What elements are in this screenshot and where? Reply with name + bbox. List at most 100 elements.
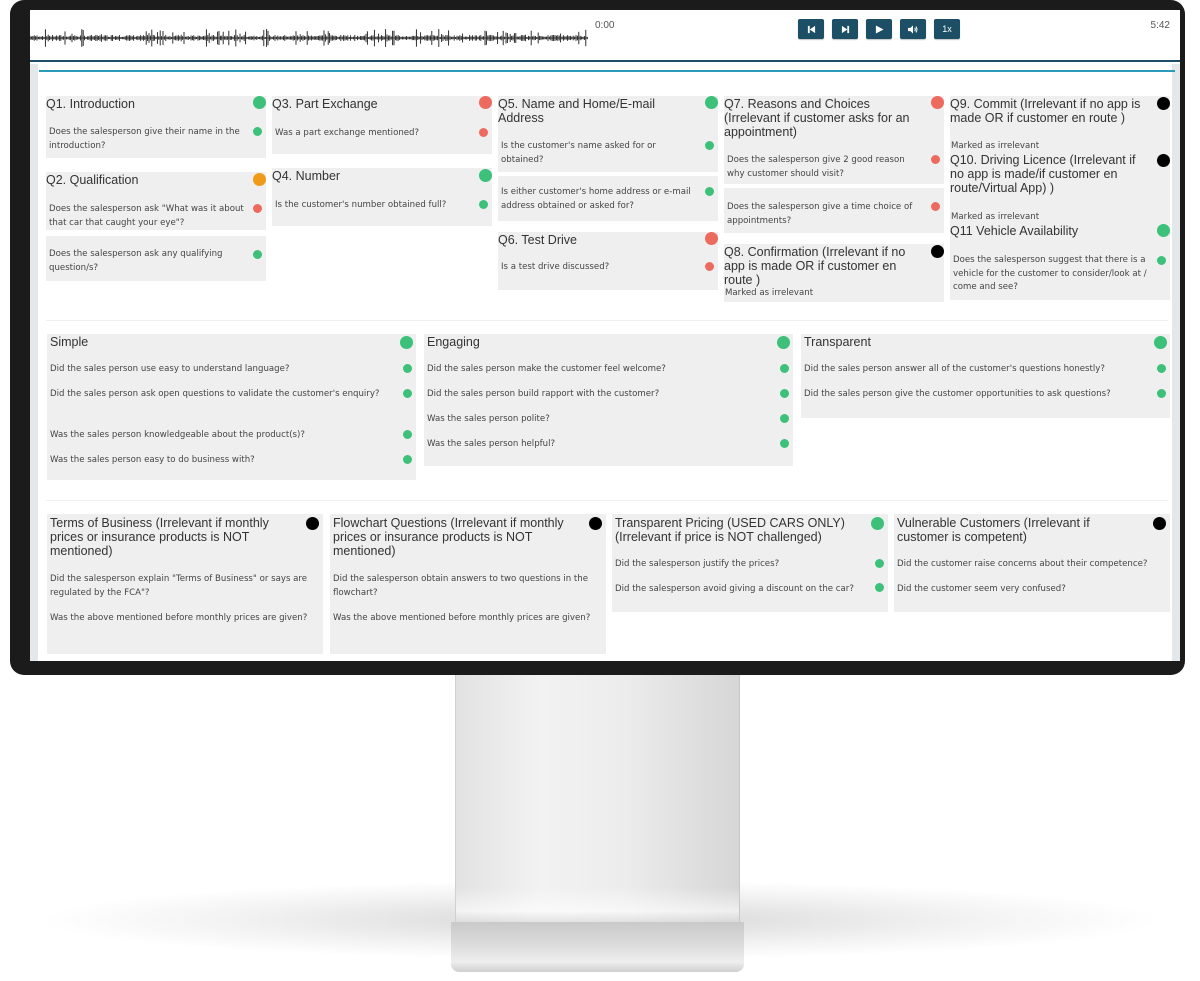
question-text: Did the salesperson justify the prices? — [615, 559, 780, 569]
playback-speed-button[interactable]: 1x — [934, 19, 960, 39]
status-dot-icon — [589, 517, 602, 530]
status-dot-icon — [1157, 224, 1170, 237]
question-text: Does the salesperson give their name in … — [49, 127, 240, 151]
question-text: Is the customer's name asked for or obta… — [501, 141, 656, 165]
section-title: Simple — [50, 335, 89, 349]
question-text: Was a part exchange mentioned? — [275, 128, 420, 138]
status-dot-icon — [780, 364, 789, 373]
section-title: Transparent — [804, 335, 871, 349]
status-dot-icon — [875, 583, 884, 592]
question-row: Is either customer's home address or e-m… — [498, 176, 718, 221]
status-dot-icon — [705, 96, 718, 109]
section-q4: Q4. Number Is the customer's number obta… — [272, 168, 492, 226]
status-dot-icon — [403, 364, 412, 373]
question-row: Does the salesperson ask any qualifying … — [46, 236, 266, 281]
skip-forward-button[interactable] — [832, 19, 858, 39]
status-dot-icon — [253, 250, 262, 259]
question-text: Is a test drive discussed? — [501, 262, 610, 272]
section-transparent-pricing: Transparent Pricing (USED CARS ONLY) (Ir… — [612, 514, 888, 612]
section-title: Q5. Name and Home/E-mail Address — [498, 97, 656, 125]
status-dot-icon — [871, 517, 884, 530]
question-text: Is either customer's home address or e-m… — [501, 187, 691, 211]
question-text: Did the salesperson explain "Terms of Bu… — [50, 573, 320, 600]
question-text: Did the sales person give the customer o… — [804, 389, 1111, 399]
status-dot-icon — [253, 127, 262, 136]
status-dot-icon — [780, 389, 789, 398]
scorecard-content: Q1. Introduction Does the salesperson gi… — [30, 64, 1180, 661]
section-vulnerable-customers: Vulnerable Customers (Irrelevant if cust… — [894, 514, 1170, 612]
status-dot-icon — [253, 204, 262, 213]
status-dot-icon — [403, 430, 412, 439]
section-title: Q8. Confirmation (Irrelevant if no app i… — [724, 245, 906, 287]
section-engaging: Engaging Did the sales person make the c… — [424, 334, 793, 466]
question-text: Does the salesperson suggest that there … — [953, 255, 1147, 292]
section-title: Engaging — [427, 335, 480, 349]
audio-waveform[interactable] — [30, 28, 590, 48]
play-button[interactable] — [866, 19, 892, 39]
section-q7: Q7. Reasons and Choices (Irrelevant if c… — [724, 96, 944, 184]
status-dot-icon — [875, 559, 884, 568]
play-icon — [875, 24, 884, 34]
status-dot-icon — [306, 517, 319, 530]
section-title-q11: Q11 Vehicle Availability — [950, 224, 1079, 238]
question-text: Did the sales person answer all of the c… — [804, 364, 1105, 374]
section-flowchart-questions: Flowchart Questions (Irrelevant if month… — [330, 514, 606, 654]
section-q9-q11: Q9. Commit (Irrelevant if no app is made… — [950, 96, 1170, 300]
question-text: Did the customer seem very confused? — [897, 584, 1066, 594]
section-q8: Q8. Confirmation (Irrelevant if no app i… — [724, 244, 944, 302]
status-dot-icon — [1157, 154, 1170, 167]
question-text: Was the sales person polite? — [427, 414, 550, 424]
section-q3: Q3. Part Exchange Was a part exchange me… — [272, 96, 492, 154]
section-terms-of-business: Terms of Business (Irrelevant if monthly… — [47, 514, 323, 654]
section-q5: Q5. Name and Home/E-mail Address Is the … — [498, 96, 718, 172]
status-dot-icon — [931, 155, 940, 164]
section-title-q9: Q9. Commit (Irrelevant if no app is made… — [950, 97, 1141, 125]
skip-back-button[interactable] — [798, 19, 824, 39]
question-text: Does the salesperson give 2 good reason … — [727, 155, 905, 179]
status-dot-icon — [1157, 389, 1166, 398]
player-controls: 1x — [798, 19, 960, 39]
monitor-bezel: 0:00 1x 5:42 Q1. Introduction Does the s… — [10, 0, 1185, 675]
irrelevant-note: Marked as irrelevant — [951, 141, 1040, 151]
section-title: Terms of Business (Irrelevant if monthly… — [50, 516, 269, 558]
section-title: Q4. Number — [272, 169, 341, 183]
question-text-content: Did the salesperson explain "Terms of Bu… — [50, 574, 308, 598]
status-dot-icon — [253, 96, 266, 109]
skip-forward-icon — [841, 25, 849, 33]
monitor-stand — [455, 672, 740, 927]
status-dot-icon — [705, 141, 714, 150]
question-text: Did the sales person build rapport with … — [427, 389, 660, 399]
status-dot-icon — [705, 232, 718, 245]
status-dot-icon — [479, 96, 492, 109]
section-title: Transparent Pricing (USED CARS ONLY) (Ir… — [615, 516, 845, 544]
section-title-q10: Q10. Driving Licence (Irrelevant if no a… — [950, 153, 1136, 195]
status-dot-icon — [1153, 517, 1166, 530]
question-text: Did the sales person make the customer f… — [427, 364, 666, 374]
status-dot-icon — [931, 202, 940, 211]
section-title: Q2. Qualification — [46, 173, 139, 187]
irrelevant-note: Marked as irrelevant — [951, 212, 1040, 222]
question-text: Does the salesperson ask any qualifying … — [49, 249, 223, 273]
section-title: Vulnerable Customers (Irrelevant if cust… — [897, 516, 1090, 544]
question-text: Did the sales person ask open questions … — [50, 389, 380, 399]
question-text: Does the salesperson ask "What was it ab… — [49, 204, 244, 228]
status-dot-icon — [777, 336, 790, 349]
section-title: Q3. Part Exchange — [272, 97, 378, 111]
status-dot-icon — [479, 128, 488, 137]
question-row: Does the salesperson give a time choice … — [724, 188, 944, 233]
status-dot-icon — [1157, 256, 1166, 265]
question-text: Did the customer raise concerns about th… — [897, 559, 1148, 569]
section-title: Flowchart Questions (Irrelevant if month… — [333, 516, 564, 558]
section-title: Q1. Introduction — [46, 97, 135, 111]
status-dot-icon — [780, 414, 789, 423]
section-title: Q7. Reasons and Choices (Irrelevant if c… — [724, 97, 910, 139]
section-q1: Q1. Introduction Does the salesperson gi… — [46, 96, 266, 158]
screen: 0:00 1x 5:42 Q1. Introduction Does the s… — [30, 10, 1180, 661]
total-time: 5:42 — [1150, 20, 1170, 31]
accent-divider — [39, 70, 1175, 72]
section-q2: Q2. Qualification Does the salesperson a… — [46, 172, 266, 230]
volume-button[interactable] — [900, 19, 926, 39]
volume-icon — [908, 24, 918, 34]
status-dot-icon — [780, 439, 789, 448]
question-text: Was the sales person easy to do business… — [50, 455, 255, 465]
